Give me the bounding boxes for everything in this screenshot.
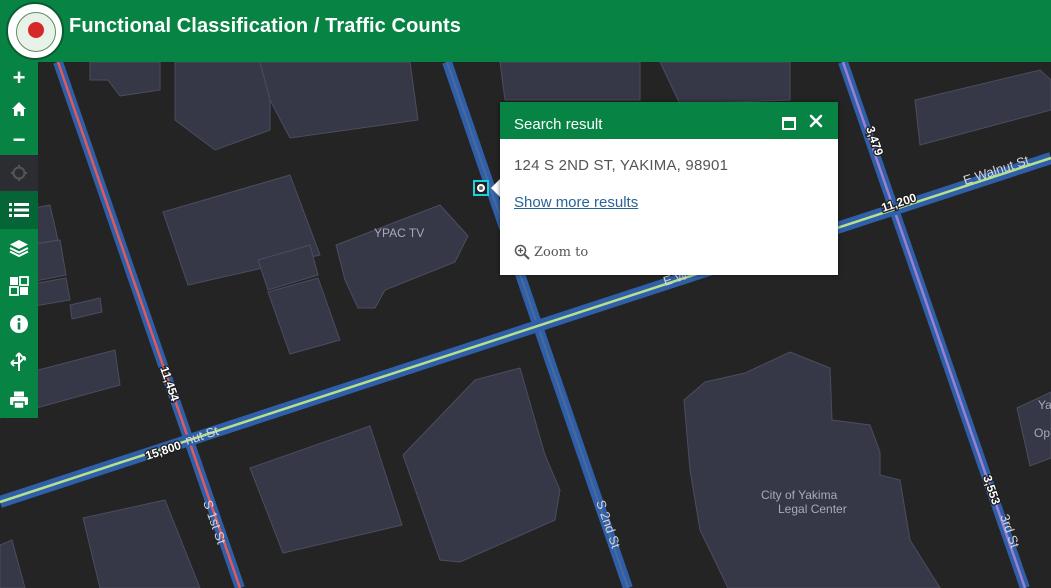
building-label-ypac: YPAC TV [374, 226, 424, 240]
print-icon [10, 391, 28, 409]
building-label-partial-2: Op [1034, 426, 1050, 440]
zoom-out-button[interactable]: − [0, 124, 38, 155]
building-label-partial-1: Ya [1038, 398, 1051, 412]
maximize-icon[interactable] [782, 117, 796, 130]
zoom-in-button[interactable]: + [0, 62, 38, 94]
directions-button[interactable] [0, 343, 38, 381]
basemap-button[interactable] [0, 267, 38, 305]
layers-icon [9, 240, 29, 257]
print-button[interactable] [0, 381, 38, 418]
search-result-marker[interactable] [473, 180, 489, 196]
list-icon [9, 203, 29, 217]
location-pin-icon [477, 184, 485, 192]
zoom-to-button[interactable]: Zoom to [514, 244, 588, 260]
popup-header: Search result [500, 102, 838, 139]
app-header: Functional Classification / Traffic Coun… [0, 0, 1051, 62]
basemap-gallery-icon [9, 276, 29, 296]
zoom-out-icon: − [12, 126, 26, 152]
popup-title: Search result [514, 116, 603, 133]
result-address: 124 S 2ND ST, YAKIMA, 98901 [514, 157, 729, 174]
close-icon[interactable] [808, 113, 824, 129]
zoom-in-icon: + [12, 65, 26, 90]
city-logo [6, 2, 64, 60]
locate-button[interactable] [0, 155, 38, 191]
building-label-legal-center-1: City of Yakima [761, 488, 838, 502]
app-title: Functional Classification / Traffic Coun… [69, 15, 462, 37]
info-icon [10, 315, 28, 333]
directions-icon [10, 352, 26, 371]
show-more-results-link[interactable]: Show more results [514, 194, 638, 211]
info-button[interactable] [0, 305, 38, 343]
search-result-popup: Search result 124 S 2ND ST, YAKIMA, 9890… [500, 102, 838, 275]
home-icon [12, 102, 26, 116]
zoom-to-label: Zoom to [534, 244, 589, 260]
home-button[interactable] [0, 94, 38, 124]
building-label-legal-center-2: Legal Center [778, 502, 847, 516]
layers-button[interactable] [0, 229, 38, 267]
zoom-to-icon [514, 244, 530, 260]
legend-button[interactable] [0, 191, 38, 229]
locate-icon [11, 165, 27, 181]
